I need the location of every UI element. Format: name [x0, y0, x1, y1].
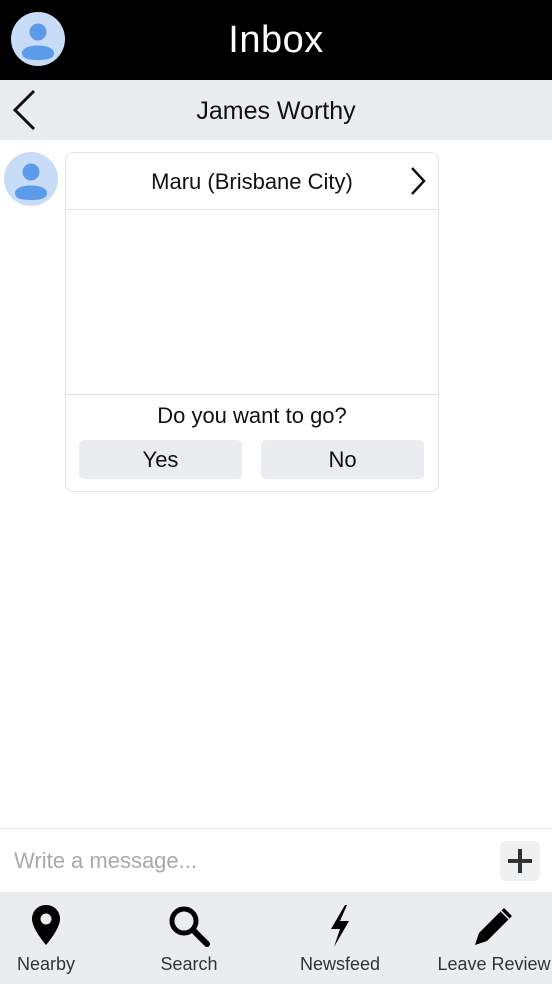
- bottom-tab-bar: Nearby Search Newsfeed Leave Review: [0, 892, 552, 984]
- venue-preview-area: [66, 210, 438, 395]
- tab-search-label: Search: [160, 954, 218, 974]
- venue-link[interactable]: Maru (Brisbane City): [66, 153, 438, 210]
- message-composer: [0, 828, 552, 892]
- plus-icon: [508, 849, 532, 873]
- tab-leave-review-label: Leave Review: [437, 954, 551, 974]
- venue-name: Maru (Brisbane City): [151, 169, 353, 194]
- lightning-icon: [331, 905, 349, 947]
- top-bar: Inbox: [0, 0, 552, 80]
- pencil-icon: [475, 908, 512, 945]
- no-button[interactable]: No: [261, 440, 424, 479]
- tab-newsfeed[interactable]: Newsfeed: [288, 892, 392, 984]
- search-icon: [169, 906, 210, 947]
- add-attachment-button[interactable]: [500, 841, 540, 881]
- tab-nearby-label: Nearby: [16, 954, 76, 974]
- tab-search[interactable]: Search: [143, 892, 235, 984]
- map-pin-icon: [32, 905, 60, 945]
- tab-leave-review[interactable]: Leave Review: [436, 892, 552, 984]
- contact-name: James Worthy: [196, 97, 356, 125]
- invite-question: Do you want to go?: [157, 403, 347, 428]
- tab-newsfeed-label: Newsfeed: [299, 954, 381, 974]
- message-input[interactable]: [14, 841, 484, 881]
- invitation-card: Maru (Brisbane City) Do you want to go? …: [65, 152, 439, 492]
- page-title: Inbox: [228, 19, 324, 61]
- sender-avatar-icon: [4, 152, 58, 206]
- chevron-right-icon: [411, 167, 426, 195]
- tab-nearby[interactable]: Nearby: [0, 892, 92, 984]
- yes-button[interactable]: Yes: [79, 440, 242, 479]
- conversation-header: James Worthy: [0, 80, 552, 140]
